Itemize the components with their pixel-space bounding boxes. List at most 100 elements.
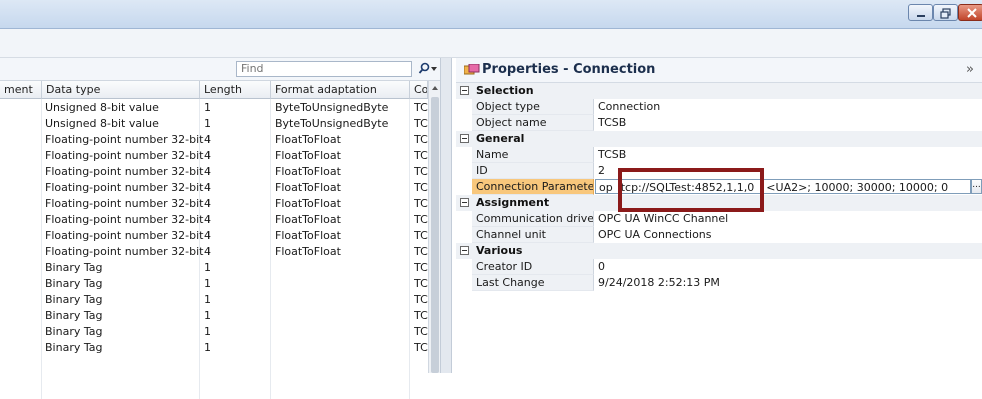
connection-cell: TCS [414, 101, 428, 114]
property-row[interactable]: Name TCSB [472, 147, 982, 163]
collapse-minus-icon[interactable] [460, 246, 469, 255]
property-value[interactable]: Connection [598, 100, 660, 113]
category-selection[interactable]: Selection [456, 83, 982, 99]
data-type-cell: Floating-point number 32-bit IEEE 754 [45, 245, 210, 258]
length-cell: 4 [204, 245, 211, 258]
table-row[interactable]: Binary Tag 1 TCS [0, 308, 428, 324]
data-type-cell: Binary Tag [45, 261, 103, 274]
property-row[interactable]: Object type Connection [472, 99, 982, 115]
property-row[interactable]: Object name TCSB [472, 115, 982, 131]
table-row[interactable]: Binary Tag 1 TCS [0, 260, 428, 276]
properties-icon [464, 64, 480, 75]
collapse-minus-icon[interactable] [460, 134, 469, 143]
collapse-minus-icon[interactable] [460, 86, 469, 95]
connection-cell: TCS [414, 229, 428, 242]
table-row[interactable]: Binary Tag 1 TCS [0, 340, 428, 356]
table-row[interactable]: Floating-point number 32-bit IEEE 7544 Fl… [0, 228, 428, 244]
table-row[interactable]: Floating-point number 32-bit IEEE 7544 Fl… [0, 148, 428, 164]
property-value[interactable]: TCSB [598, 116, 626, 129]
window-title-bar [0, 0, 982, 29]
length-cell: 1 [204, 277, 211, 290]
length-cell: 4 [204, 213, 211, 226]
connection-cell: TCS [414, 149, 428, 162]
data-type-cell: Binary Tag [45, 277, 103, 290]
category-label: Various [476, 244, 523, 257]
connection-cell: TCS [414, 293, 428, 306]
table-row[interactable]: Floating-point number 32-bit IEEE 7544 Fl… [0, 196, 428, 212]
connection-parameters-highlight [618, 168, 764, 212]
length-cell: 1 [204, 309, 211, 322]
close-button[interactable] [958, 4, 982, 21]
property-value[interactable]: 2 [598, 164, 605, 177]
column-header-format-adaptation[interactable]: Format adaptation [271, 81, 410, 99]
table-row[interactable]: Floating-point number 32-bit IEEE 7544 Fl… [0, 180, 428, 196]
minimize-button[interactable] [908, 4, 933, 21]
length-cell: 1 [204, 293, 211, 306]
column-header-comment[interactable]: ment [0, 81, 42, 99]
column-header-data-type[interactable]: Data type [42, 81, 200, 99]
category-label: Assignment [476, 196, 550, 209]
table-row[interactable]: Floating-point number 32-bit IEEE 7544 Fl… [0, 244, 428, 260]
property-name: Creator ID [472, 259, 594, 275]
length-cell: 4 [204, 165, 211, 178]
property-name: Object name [472, 115, 594, 131]
property-row[interactable]: Communication driver OPC UA WinCC Channel [472, 211, 982, 227]
property-value[interactable]: OPC UA Connections [598, 228, 712, 241]
connection-cell: TCS [414, 133, 428, 146]
property-value[interactable]: 9/24/2018 2:52:13 PM [598, 276, 720, 289]
maximize-button[interactable] [933, 4, 958, 21]
data-type-cell: Floating-point number 32-bit IEEE 754 [45, 181, 210, 194]
table-row[interactable]: Floating-point number 32-bit IEEE 7544 Fl… [0, 164, 428, 180]
property-name: Name [472, 147, 594, 163]
data-type-cell: Floating-point number 32-bit IEEE 754 [45, 165, 210, 178]
scrollbar-thumb[interactable] [431, 97, 439, 373]
table-row[interactable]: Floating-point number 32-bit IEEE 7544 Fl… [0, 132, 428, 148]
table-row[interactable]: Unsigned 8-bit value 1 ByteToUnsignedByte T… [0, 100, 428, 116]
param-prefix: op [599, 181, 613, 194]
connection-cell: TCS [414, 117, 428, 130]
connection-cell: TCS [414, 245, 428, 258]
browse-ellipsis-button[interactable]: ... [971, 179, 982, 194]
property-value[interactable]: TCSB [598, 148, 626, 161]
table-row[interactable]: Binary Tag 1 TCS [0, 276, 428, 292]
data-type-cell: Floating-point number 32-bit IEEE 754 [45, 229, 210, 242]
property-name: Communication driver [472, 211, 594, 227]
connection-cell: TCS [414, 325, 428, 338]
category-label: General [476, 132, 525, 145]
property-row[interactable]: Last Change 9/24/2018 2:52:13 PM [472, 275, 982, 291]
connection-cell: TCS [414, 197, 428, 210]
length-cell: 1 [204, 117, 211, 130]
property-row[interactable]: Channel unit OPC UA Connections [472, 227, 982, 243]
table-row[interactable]: Binary Tag 1 TCS [0, 292, 428, 308]
length-cell: 4 [204, 181, 211, 194]
format-adaptation-cell: FloatToFloat [275, 245, 341, 258]
find-input[interactable] [237, 62, 391, 75]
property-name: Channel unit [472, 227, 594, 243]
category-general[interactable]: General [456, 131, 982, 147]
length-cell: 1 [204, 101, 211, 114]
property-row[interactable]: Creator ID 0 [472, 259, 982, 275]
property-value[interactable]: 0 [598, 260, 605, 273]
length-cell: 4 [204, 229, 211, 242]
search-icon[interactable] [418, 62, 438, 76]
format-adaptation-cell: FloatToFloat [275, 213, 341, 226]
pane-splitter[interactable] [440, 58, 452, 373]
data-type-cell: Unsigned 8-bit value [45, 117, 159, 130]
category-various[interactable]: Various [456, 243, 982, 259]
connection-cell: TCS [414, 277, 428, 290]
data-type-cell: Floating-point number 32-bit IEEE 754 [45, 149, 210, 162]
column-header-length[interactable]: Length [200, 81, 271, 99]
length-cell: 4 [204, 197, 211, 210]
column-header-connection[interactable]: Con [410, 81, 428, 99]
length-cell: 1 [204, 341, 211, 354]
find-box[interactable] [236, 61, 412, 77]
close-icon [967, 8, 977, 18]
table-row[interactable]: Binary Tag 1 TCS [0, 324, 428, 340]
properties-title: Properties - Connection [482, 62, 656, 77]
property-value[interactable]: OPC UA WinCC Channel [598, 212, 728, 225]
table-row[interactable]: Floating-point number 32-bit IEEE 7544 Fl… [0, 212, 428, 228]
overflow-chevron-icon[interactable]: » [966, 62, 974, 77]
collapse-minus-icon[interactable] [460, 198, 469, 207]
table-row[interactable]: Unsigned 8-bit value 1 ByteToUnsignedByte T… [0, 116, 428, 132]
data-type-cell: Floating-point number 32-bit IEEE 754 [45, 133, 210, 146]
